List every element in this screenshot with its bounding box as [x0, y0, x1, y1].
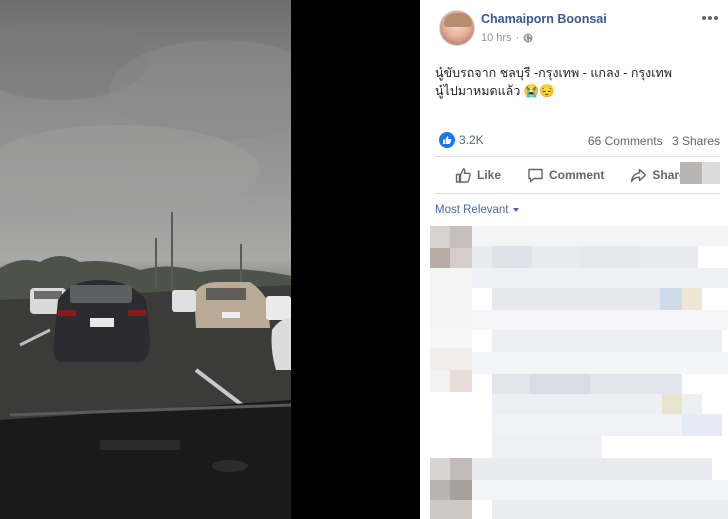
post-timestamp[interactable]: 10 hrs [481, 32, 512, 44]
post-header: Chamaiporn Boonsai 10 hrs · [420, 0, 728, 56]
photo-viewer [0, 0, 420, 519]
divider [435, 156, 720, 157]
more-options-icon[interactable] [702, 16, 718, 20]
shares-count[interactable]: 3 Shares [672, 134, 720, 148]
blurred-viewer-avatar-edge [702, 162, 720, 184]
comments-count[interactable]: 66 Comments [588, 134, 663, 148]
author-name[interactable]: Chamaiporn Boonsai [481, 12, 607, 26]
post-meta: 10 hrs · [481, 32, 533, 44]
sort-label: Most Relevant [435, 204, 509, 216]
post-text: นู๋ขับรถจาก ชลบุรี -กรุงเทพ - แกลง - กรุ… [435, 64, 715, 100]
globe-icon [523, 33, 533, 43]
caret-down-icon [512, 208, 519, 212]
like-label: Like [477, 168, 502, 182]
like-count[interactable]: 3.2K [459, 133, 484, 147]
comment-sort-dropdown[interactable]: Most Relevant [435, 204, 519, 216]
share-button[interactable]: Share [630, 167, 686, 184]
reactions-bar: 3.2K 66 Comments 3 Shares [435, 131, 720, 151]
divider [435, 193, 720, 194]
thumbs-up-icon [455, 167, 471, 183]
like-reaction-icon[interactable] [439, 132, 455, 148]
share-arrow-icon [631, 168, 647, 182]
post-text-line-1: นู๋ขับรถจาก ชลบุรี -กรุงเทพ - แกลง - กรุ… [435, 66, 672, 80]
engagement-counts: 66 Comments 3 Shares [588, 134, 720, 148]
post-text-line-2: นู๋ไปมาหมดแล้ว 😭😔 [435, 84, 555, 98]
post-panel: Chamaiporn Boonsai 10 hrs · นู๋ขับรถจาก … [420, 0, 728, 519]
post-actions: Like Comment Share [435, 160, 720, 190]
blurred-viewer-avatar[interactable] [680, 162, 702, 184]
author-avatar[interactable] [439, 10, 475, 46]
like-button[interactable]: Like [455, 167, 501, 184]
comment-label: Comment [549, 168, 605, 182]
comment-bubble-icon [528, 168, 543, 182]
comment-button[interactable]: Comment [527, 167, 604, 184]
post-photo[interactable] [0, 0, 291, 519]
blurred-comments-list [430, 226, 728, 519]
